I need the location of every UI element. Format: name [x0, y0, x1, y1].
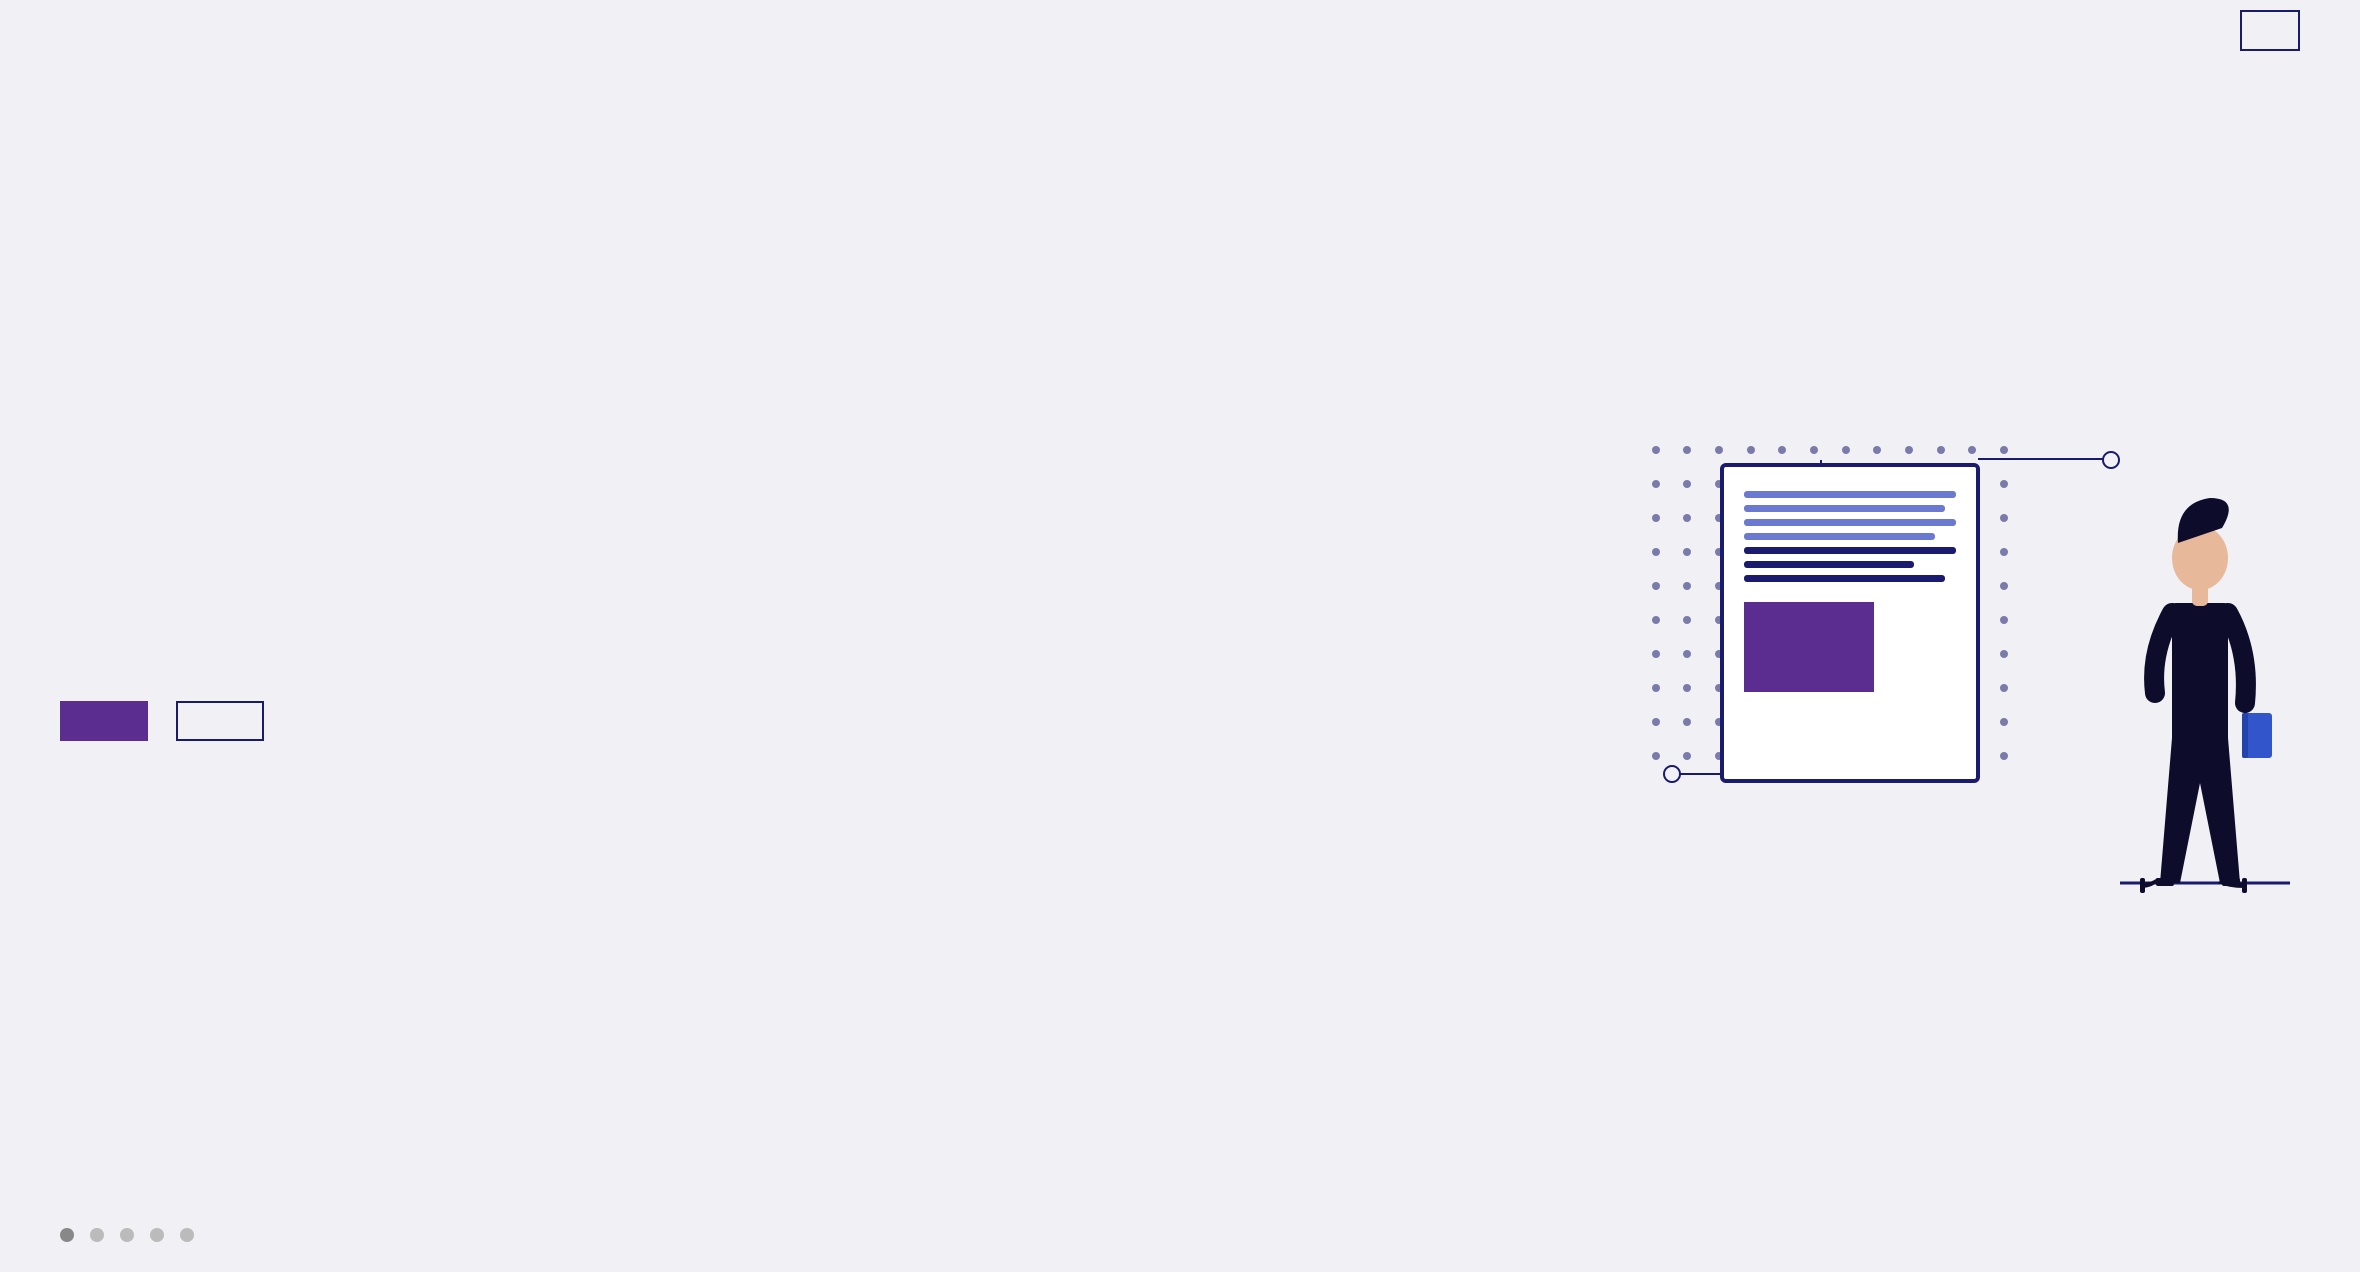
dot-0 [1652, 446, 1660, 454]
dot-37 [1683, 548, 1691, 556]
page-dot-3[interactable] [120, 1228, 134, 1242]
nav-links [2000, 22, 2300, 40]
dot-3 [1747, 446, 1755, 454]
dot-85 [1683, 684, 1691, 692]
dot-12 [1652, 480, 1660, 488]
dot-107 [2000, 718, 2008, 726]
hero-section: // Generate dots inline const grid = doc… [0, 62, 2360, 1244]
connector-circle-bottom [1663, 765, 1681, 783]
dot-96 [1652, 718, 1660, 726]
contact-us-button[interactable] [176, 701, 264, 741]
dot-9 [1937, 446, 1945, 454]
dot-109 [1683, 752, 1691, 760]
pagination-dots [60, 1228, 194, 1242]
dot-60 [1652, 616, 1660, 624]
card-rect [1744, 602, 1874, 692]
nav-contact-button[interactable] [2240, 10, 2300, 51]
card-line-1 [1744, 491, 1956, 498]
view-services-button[interactable] [60, 701, 148, 741]
dot-59 [2000, 582, 2008, 590]
page-dot-4[interactable] [150, 1228, 164, 1242]
dot-13 [1683, 480, 1691, 488]
page-dot-1[interactable] [60, 1228, 74, 1242]
dot-84 [1652, 684, 1660, 692]
dot-35 [2000, 514, 2008, 522]
dot-24 [1652, 514, 1660, 522]
dot-25 [1683, 514, 1691, 522]
card-line-3 [1744, 519, 1956, 526]
dot-49 [1683, 582, 1691, 590]
dot-72 [1652, 650, 1660, 658]
hero-buttons [60, 701, 264, 741]
dot-97 [1683, 718, 1691, 726]
dot-83 [2000, 650, 2008, 658]
dot-71 [2000, 616, 2008, 624]
dot-10 [1968, 446, 1976, 454]
dot-2 [1715, 446, 1723, 454]
dot-36 [1652, 548, 1660, 556]
dot-7 [1873, 446, 1881, 454]
page-dot-5[interactable] [180, 1228, 194, 1242]
connector-line-top [1978, 458, 2108, 460]
hero-heading [60, 585, 264, 653]
dot-6 [1842, 446, 1850, 454]
dot-73 [1683, 650, 1691, 658]
dot-1 [1683, 446, 1691, 454]
card-line-4 [1744, 533, 1935, 540]
dot-23 [2000, 480, 2008, 488]
dot-61 [1683, 616, 1691, 624]
page-dot-2[interactable] [90, 1228, 104, 1242]
dot-95 [2000, 684, 2008, 692]
connector-circle-top [2102, 451, 2120, 469]
illustration-card [1720, 463, 1980, 783]
card-lines [1744, 491, 1956, 582]
dot-119 [2000, 752, 2008, 760]
card-line-5 [1744, 547, 1956, 554]
navbar [0, 0, 2360, 62]
hero-content [60, 585, 264, 741]
dot-4 [1778, 446, 1786, 454]
dot-48 [1652, 582, 1660, 590]
dot-5 [1810, 446, 1818, 454]
dot-47 [2000, 548, 2008, 556]
hero-illustration: // Generate dots inline const grid = doc… [1600, 403, 2300, 923]
woman-figure [2100, 423, 2300, 883]
card-line-7 [1744, 575, 1945, 582]
card-line-2 [1744, 505, 1945, 512]
dot-108 [1652, 752, 1660, 760]
dot-8 [1905, 446, 1913, 454]
card-line-6 [1744, 561, 1914, 568]
dot-11 [2000, 446, 2008, 454]
